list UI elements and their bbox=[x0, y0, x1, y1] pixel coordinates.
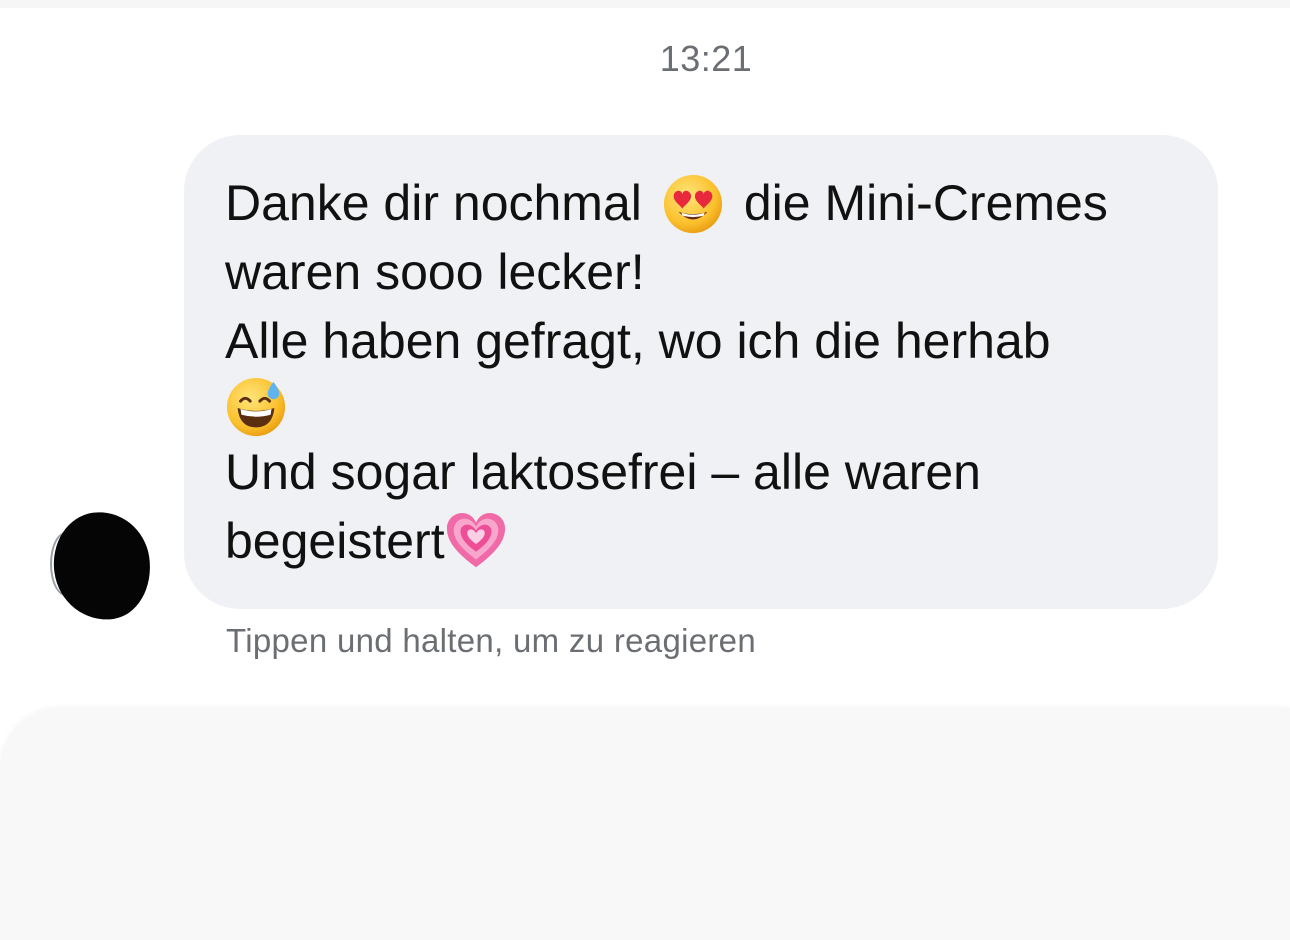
message-text: waren sooo lecker! bbox=[225, 244, 645, 300]
chat-screen: 13:21 Danke dir nochmal die Mini-Cremes … bbox=[0, 0, 1290, 940]
message-line: Danke dir nochmal die Mini-Cremes bbox=[225, 169, 1178, 238]
heart-eyes-emoji-icon bbox=[662, 173, 724, 235]
message-bubble[interactable]: Danke dir nochmal die Mini-Cremes waren … bbox=[184, 135, 1218, 609]
top-strip bbox=[0, 0, 1290, 8]
message-text: Und sogar laktosefrei – alle waren bbox=[225, 444, 981, 500]
grinning-sweat-emoji-icon bbox=[225, 376, 287, 438]
growing-heart-emoji-icon bbox=[445, 511, 507, 573]
message-line bbox=[225, 376, 1178, 438]
message-line: waren sooo lecker! bbox=[225, 238, 1178, 307]
message-text: Danke dir nochmal bbox=[225, 175, 642, 231]
message-timestamp: 13:21 bbox=[659, 38, 753, 79]
message-line: begeistert bbox=[225, 507, 1178, 576]
message-text: Alle haben gefragt, wo ich die herhab bbox=[225, 313, 1051, 369]
composer-area bbox=[0, 708, 1290, 940]
message-text: begeistert bbox=[225, 513, 445, 569]
message-line: Alle haben gefragt, wo ich die herhab bbox=[225, 307, 1178, 376]
message-text: die Mini-Cremes bbox=[743, 175, 1108, 231]
message-line: Und sogar laktosefrei – alle waren bbox=[225, 438, 1178, 507]
react-hint: Tippen und halten, um zu reagieren bbox=[226, 622, 756, 659]
avatar[interactable] bbox=[46, 505, 158, 627]
